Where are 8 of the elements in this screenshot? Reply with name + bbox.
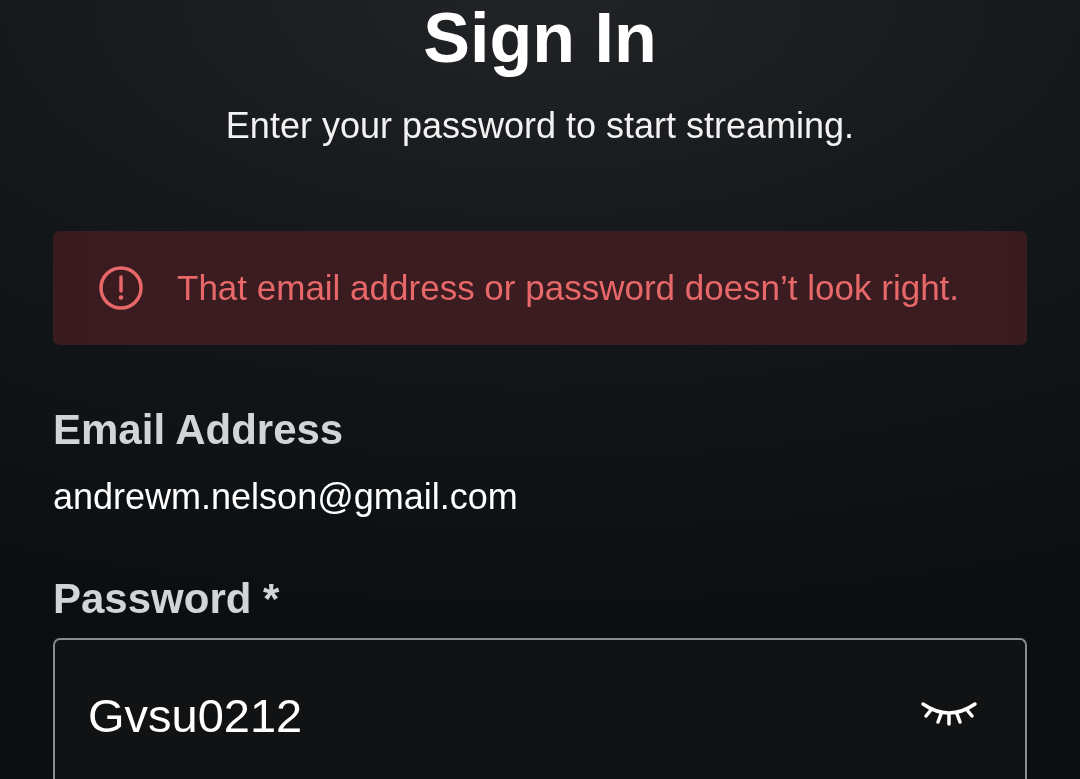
password-field[interactable]: Gvsu0212 [53,638,1027,779]
alert-icon [99,266,143,310]
page-title: Sign In [423,0,657,76]
error-message: That email address or password doesn’t look right. [177,267,960,309]
email-label: Email Address [53,407,344,453]
email-value: andrewm.nelson@gmail.com [53,476,518,518]
page-subtitle: Enter your password to start streaming. [225,106,855,146]
password-label: Password * [53,576,280,622]
